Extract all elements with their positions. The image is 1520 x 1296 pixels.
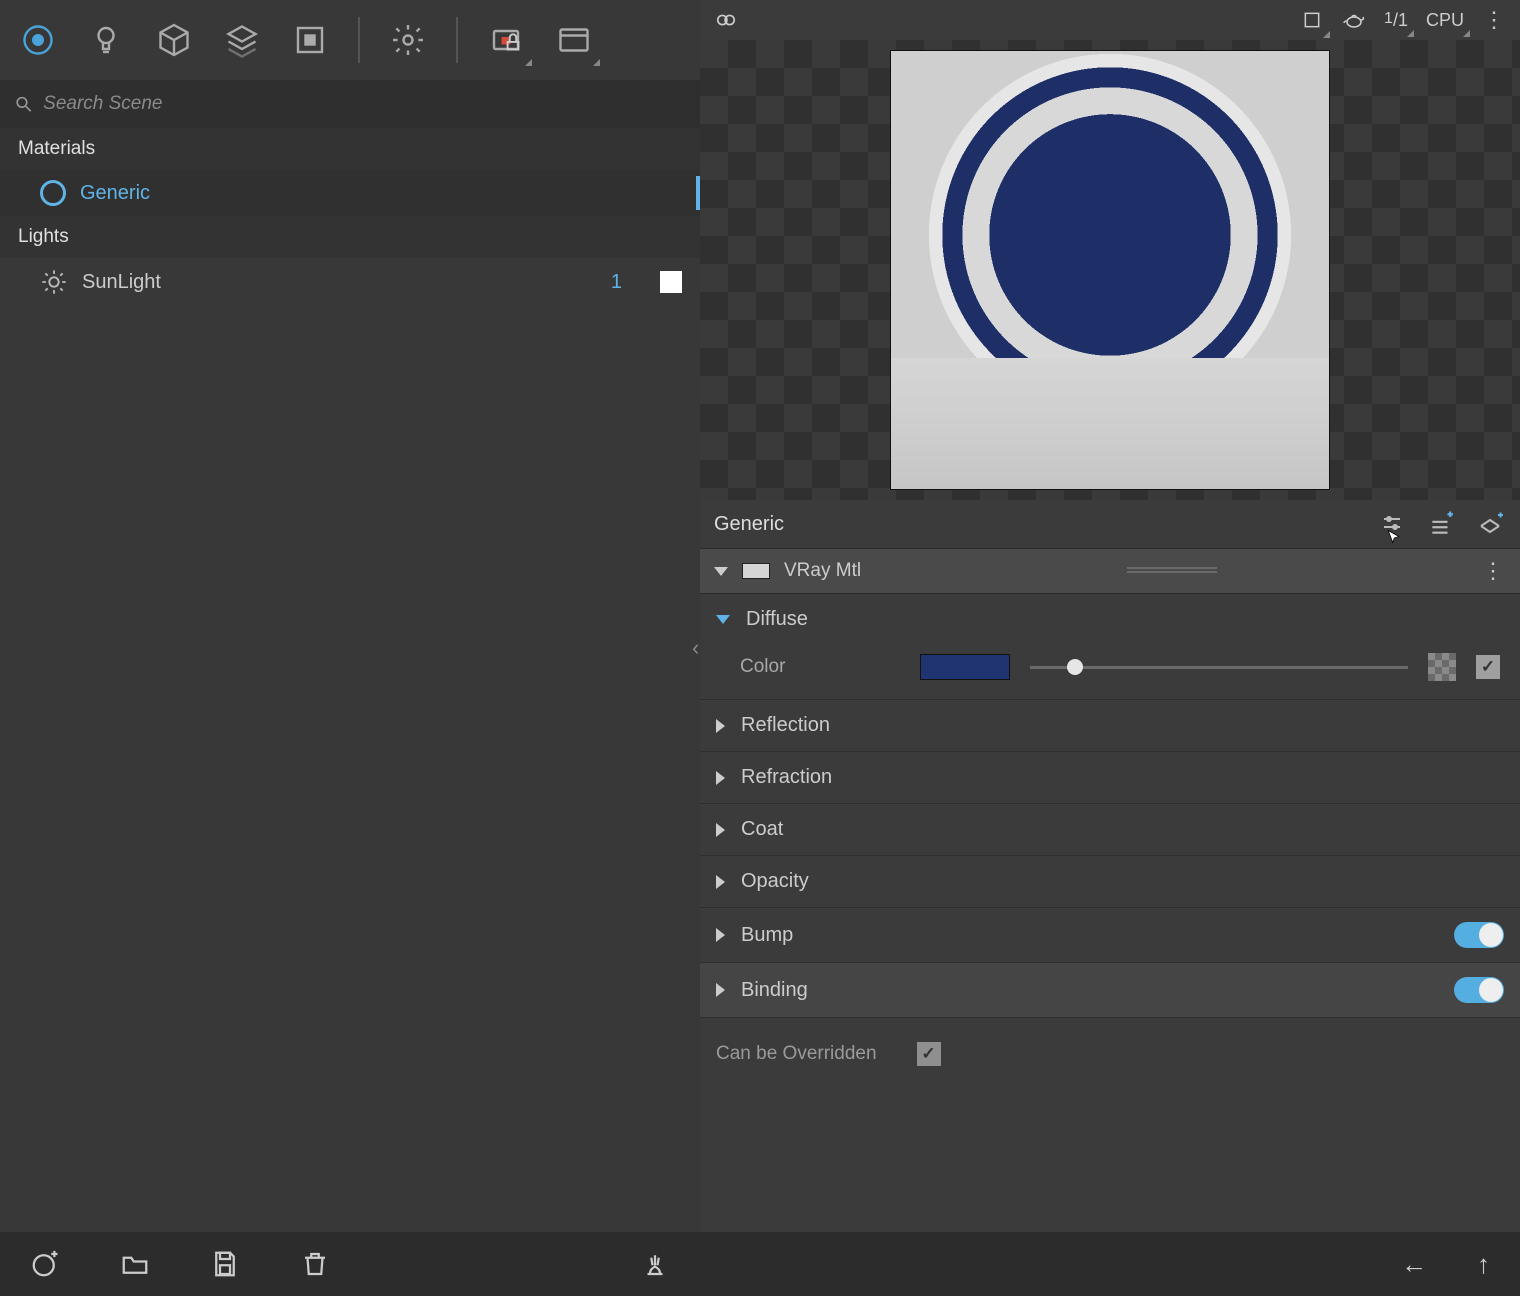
purge-icon[interactable] [640, 1249, 670, 1279]
back-icon[interactable]: ← [1401, 1249, 1427, 1280]
materials-tab-icon[interactable] [18, 20, 58, 60]
toolbar-separator [358, 17, 360, 63]
options-icon[interactable] [1380, 511, 1404, 537]
material-properties: Diffuse Color Reflection [700, 594, 1520, 1090]
open-folder-icon[interactable] [120, 1249, 150, 1279]
diffuse-enable-check[interactable] [1476, 655, 1500, 679]
section-reflection: Reflection [700, 700, 1520, 752]
section-coat-header[interactable]: Coat [700, 804, 1520, 855]
expand-icon [716, 928, 725, 942]
material-type-name: VRay Mtl [784, 560, 861, 582]
add-to-scene-icon[interactable] [1478, 511, 1506, 537]
diffuse-color-swatch[interactable] [920, 654, 1010, 680]
expand-icon [716, 771, 725, 785]
material-type-row[interactable]: VRay Mtl ⋮ [700, 548, 1520, 594]
properties-footer: ← ↑ [700, 1232, 1520, 1296]
scene-panel: ‹ [0, 0, 700, 1296]
expand-icon [716, 875, 725, 889]
section-opacity-header[interactable]: Opacity [700, 856, 1520, 907]
lights-tab-icon[interactable] [86, 20, 126, 60]
search-icon [14, 94, 33, 114]
save-icon[interactable] [210, 1249, 240, 1279]
section-bump: Bump [700, 908, 1520, 963]
collapse-mid-icon[interactable]: ‹ [692, 635, 699, 661]
scene-footer-toolbar [0, 1232, 700, 1296]
section-title: Diffuse [746, 608, 808, 631]
section-title: Coat [741, 818, 783, 841]
bump-toggle[interactable] [1454, 922, 1504, 948]
material-list-item[interactable]: Generic [0, 170, 700, 216]
diffuse-texture-icon[interactable] [1428, 653, 1456, 681]
section-bump-header[interactable]: Bump [700, 908, 1520, 962]
add-layer-icon[interactable] [1428, 511, 1454, 537]
diffuse-color-row: Color [700, 645, 1520, 699]
section-refraction: Refraction [700, 752, 1520, 804]
material-swatch-icon [40, 180, 66, 206]
expand-icon [716, 983, 725, 997]
material-name: Generic [80, 182, 682, 205]
light-color-chip[interactable] [660, 271, 682, 293]
preview-link-icon[interactable] [714, 8, 738, 32]
overridden-row: Can be Overridden [700, 1018, 1520, 1090]
section-coat: Coat [700, 804, 1520, 856]
section-diffuse-header[interactable]: Diffuse [700, 594, 1520, 645]
materials-header: Materials [0, 128, 700, 170]
geometry-tab-icon[interactable] [154, 20, 194, 60]
preview-ratio[interactable]: 1/1 [1384, 10, 1408, 31]
section-refraction-header[interactable]: Refraction [700, 752, 1520, 803]
render-icon[interactable] [486, 20, 526, 60]
section-reflection-header[interactable]: Reflection [700, 700, 1520, 751]
light-count: 1 [611, 271, 622, 294]
preview-engine[interactable]: CPU [1426, 10, 1464, 31]
frame-buffer-icon[interactable] [554, 20, 594, 60]
section-title: Bump [741, 924, 793, 947]
up-icon[interactable]: ↑ [1477, 1249, 1490, 1280]
section-diffuse: Diffuse Color [700, 594, 1520, 700]
scene-toolbar [0, 0, 700, 80]
section-opacity: Opacity [700, 856, 1520, 908]
section-binding-header[interactable]: Binding [700, 963, 1520, 1017]
material-preview [700, 40, 1520, 500]
overridden-check[interactable] [917, 1042, 941, 1066]
collapse-icon [716, 615, 730, 624]
material-title: Generic [714, 513, 784, 536]
expand-icon [716, 719, 725, 733]
teapot-icon[interactable] [1342, 8, 1366, 32]
preview-menu-icon[interactable]: ⋮ [1482, 8, 1506, 32]
section-title: Opacity [741, 870, 809, 893]
material-header: Generic [700, 500, 1520, 548]
slider-thumb[interactable] [1067, 659, 1083, 675]
section-title: Refraction [741, 766, 832, 789]
toolbar-separator [456, 17, 458, 63]
expand-type-icon[interactable] [714, 567, 728, 576]
layers-tab-icon[interactable] [222, 20, 262, 60]
section-binding: Binding [700, 963, 1520, 1018]
search-bar [0, 80, 700, 128]
binding-toggle[interactable] [1454, 977, 1504, 1003]
sun-icon [40, 268, 68, 296]
add-asset-icon[interactable] [30, 1249, 60, 1279]
grip-icon[interactable] [875, 567, 1468, 575]
diffuse-color-label: Color [740, 656, 900, 678]
textures-tab-icon[interactable] [290, 20, 330, 60]
search-input[interactable] [43, 93, 686, 115]
section-title: Binding [741, 979, 808, 1002]
diffuse-slider[interactable] [1030, 655, 1408, 679]
preview-render [890, 50, 1330, 490]
lights-header: Lights [0, 216, 700, 258]
scene-list: Materials Generic Lights SunLight 1 [0, 128, 700, 1232]
preview-shape-icon[interactable] [1300, 8, 1324, 32]
expand-icon [716, 823, 725, 837]
delete-icon[interactable] [300, 1249, 330, 1279]
overridden-label: Can be Overridden [716, 1043, 877, 1065]
settings-icon[interactable] [388, 20, 428, 60]
preview-toolbar: 1/1 CPU ⋮ [700, 0, 1520, 40]
light-name: SunLight [82, 271, 597, 294]
material-type-menu-icon[interactable]: ⋮ [1482, 558, 1506, 584]
light-list-item[interactable]: SunLight 1 [0, 258, 700, 306]
section-title: Reflection [741, 714, 830, 737]
material-type-swatch [742, 563, 770, 579]
properties-panel: ‹ 1/1 CPU ⋮ [700, 0, 1520, 1296]
